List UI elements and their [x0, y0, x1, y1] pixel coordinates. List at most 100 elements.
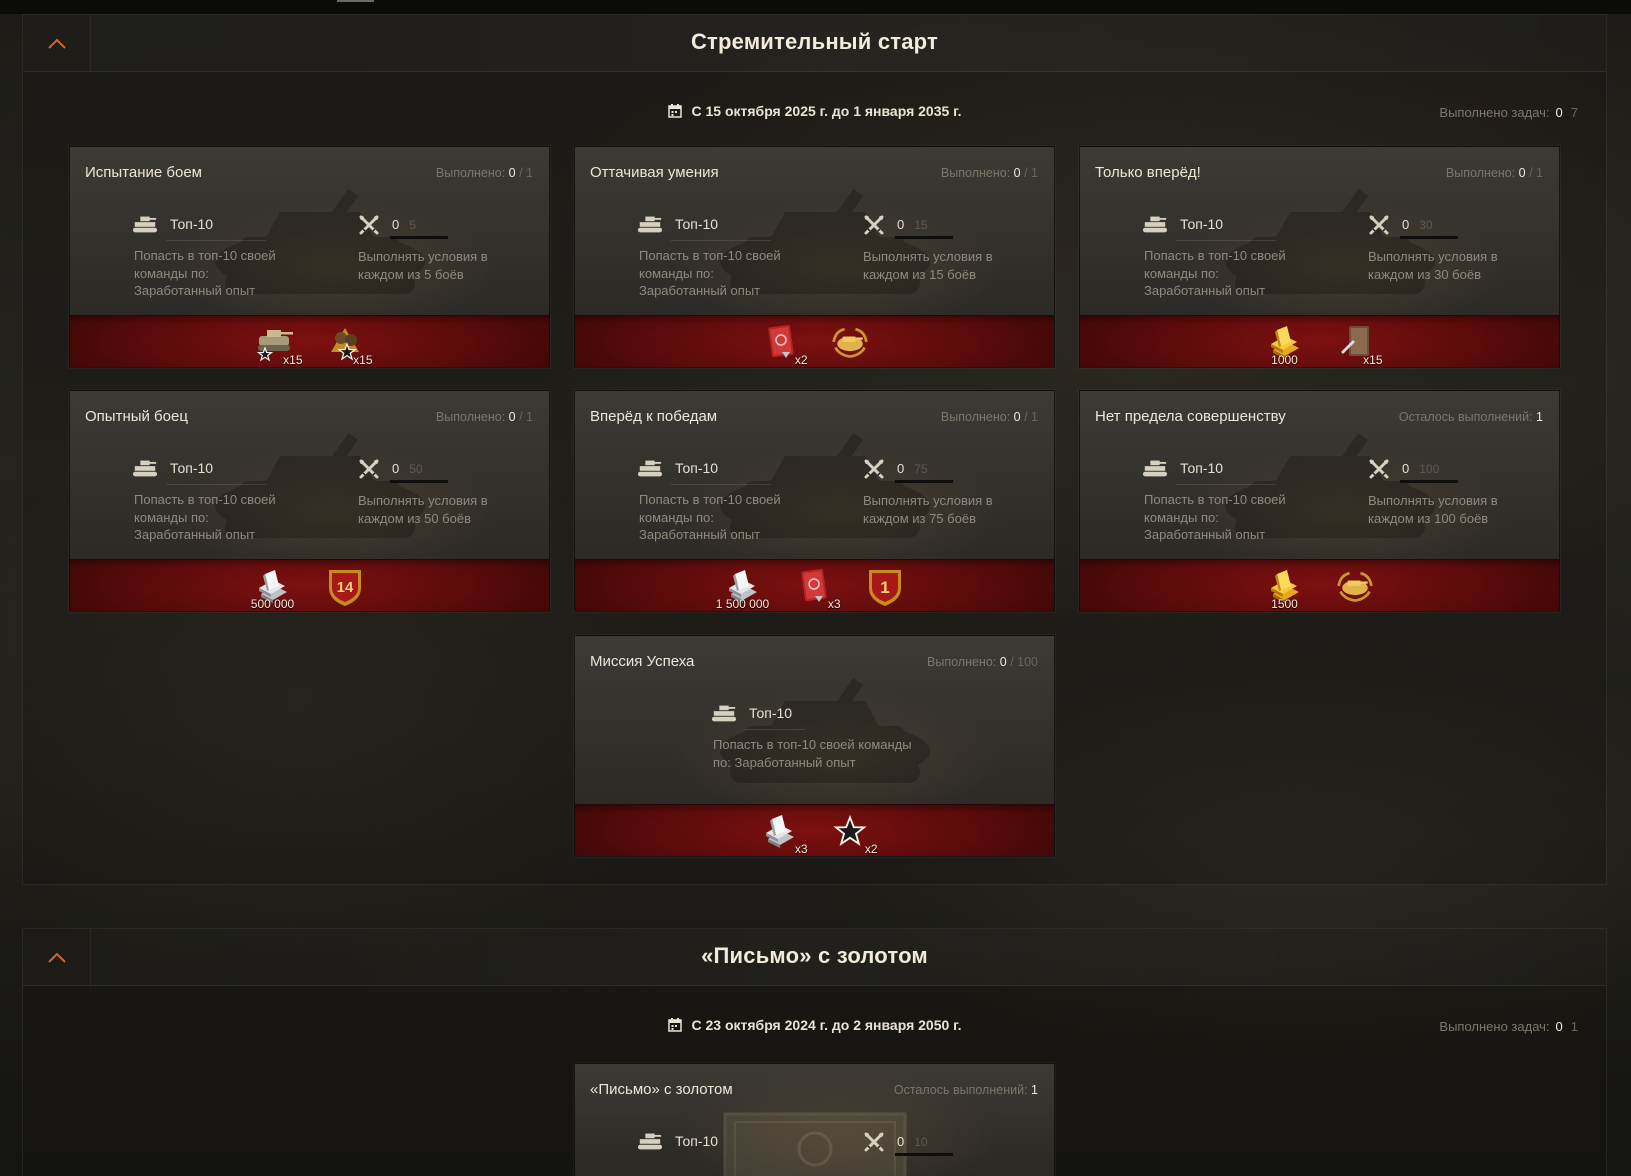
status-label: Осталось выполнений: — [1398, 410, 1533, 424]
reward-item[interactable] — [830, 320, 870, 364]
mission-card[interactable]: Вперёд к победам Выполнено: 0 / 1 Топ-10… — [574, 390, 1055, 612]
calendar-icon — [668, 104, 682, 118]
progress-bar — [895, 1153, 953, 1156]
card-status: Выполнено: 0 / 1 — [436, 166, 533, 180]
progress-current: 0 — [897, 217, 905, 232]
status-total: / 1 — [519, 166, 533, 180]
tank-icon — [1142, 458, 1168, 478]
reward-item[interactable]: x3 — [760, 809, 808, 856]
condition-label: Топ-10 — [170, 460, 214, 476]
mission-section: «Письмо» с золотом С 23 октября 2024 г. … — [22, 928, 1607, 1176]
calendar-icon — [668, 1018, 682, 1032]
card-title: «Письмо» с золотом — [590, 1081, 733, 1098]
progress-desc: Выполнять условия в каждом из 100 боёв — [1368, 493, 1498, 526]
progress-block: 0 30 Выполнять условия в каждом из 30 боё… — [1368, 214, 1508, 283]
card-title: Оттачивая умения — [590, 164, 719, 181]
mission-card[interactable]: «Письмо» с золотом Осталось выполнений: … — [574, 1063, 1055, 1176]
status-label: Осталось выполнений: — [893, 1083, 1028, 1097]
rewards-strip: x2 — [575, 315, 1054, 367]
reward-qty: x2 — [864, 841, 878, 856]
status-value: 1 — [1536, 410, 1543, 424]
condition-divider — [166, 484, 266, 485]
condition-desc: Попасть в топ-10 своей команды по: Зараб… — [639, 248, 781, 298]
rewards-strip: x15 x15 — [70, 315, 549, 367]
reward-qty: 1 500 000 — [715, 596, 770, 611]
mission-card[interactable]: Испытание боем Выполнено: 0 / 1 Топ-10 П… — [69, 146, 550, 368]
reward-item[interactable]: x15 — [1335, 320, 1383, 367]
crossed-swords-icon — [1368, 214, 1390, 236]
reward-qty: x3 — [794, 841, 808, 856]
badge-1-icon: 1 — [863, 564, 907, 608]
progress-desc: Выполнять условия в каждом из 30 боёв — [1368, 249, 1498, 282]
rewards-strip: 1 500 000 x3 1 — [575, 559, 1054, 611]
tank-icon — [711, 703, 737, 723]
mission-card[interactable]: Нет предела совершенству Осталось выполн… — [1079, 390, 1560, 612]
reward-item[interactable]: x15 — [255, 320, 303, 367]
crossed-swords-icon — [863, 214, 885, 236]
card-title: Опытный боец — [85, 408, 188, 425]
badge-number: 1 — [880, 578, 889, 597]
badge-14-icon: 14 — [323, 564, 367, 608]
condition-label: Топ-10 — [170, 216, 214, 232]
reward-item[interactable]: x15 — [325, 320, 373, 367]
crossed-swords-icon — [863, 1131, 885, 1153]
condition-divider — [671, 484, 771, 485]
progress-current: 0 — [1402, 217, 1410, 232]
tank-icon — [1142, 214, 1168, 234]
mission-card[interactable]: Миссия Успеха Выполнено: 0 / 100 Топ-10 … — [574, 635, 1055, 857]
reward-item[interactable]: x3 — [793, 564, 841, 611]
card-title: Только вперёд! — [1095, 164, 1201, 181]
condition-desc: Попасть в топ-10 своей команды по: Зараб… — [134, 492, 276, 542]
mission-section: Стремительный старт С 15 октября 2025 г.… — [22, 14, 1607, 885]
condition-desc: Попасть в топ-10 своей команды по: Зараб… — [1144, 492, 1286, 542]
reward-qty: x15 — [283, 352, 303, 367]
condition-desc: Попасть в топ-10 своей команды по: Зараб… — [134, 248, 276, 298]
tank-icon — [637, 214, 663, 234]
date-range: С 15 октября 2025 г. до 1 января 2035 г. — [691, 103, 962, 119]
progress-total: 15 — [914, 218, 928, 232]
reward-item[interactable]: x2 — [760, 320, 808, 367]
crossed-swords-icon — [1368, 458, 1390, 480]
tank-icon — [132, 458, 158, 478]
mission-card[interactable]: Опытный боец Выполнено: 0 / 1 Топ-10 Поп… — [69, 390, 550, 612]
progress-bar — [895, 480, 953, 483]
crossed-swords-icon — [358, 458, 380, 480]
status-label: Выполнено: — [435, 410, 506, 424]
tasks-completed-value: 0 — [1555, 1019, 1563, 1034]
status-total: / 1 — [1529, 166, 1543, 180]
reward-item[interactable]: 1500 — [1265, 564, 1305, 611]
mission-card[interactable]: Оттачивая умения Выполнено: 0 / 1 Топ-10… — [574, 146, 1055, 368]
status-total: / 100 — [1010, 655, 1038, 669]
progress-bar — [1400, 480, 1458, 483]
reward-item[interactable]: 1 — [863, 564, 907, 608]
card-title: Испытание боем — [85, 164, 202, 181]
condition-divider — [745, 729, 805, 730]
card-status: Выполнено: 0 / 1 — [941, 410, 1038, 424]
tasks-completed: Выполнено задач: 0 1 — [1439, 1019, 1578, 1034]
progress-current: 0 — [897, 461, 905, 476]
progress-total: 30 — [1419, 218, 1433, 232]
top-bar-notch — [337, 0, 374, 2]
reward-item[interactable]: 1000 — [1265, 320, 1305, 367]
progress-bar — [390, 236, 448, 239]
progress-current: 0 — [897, 1134, 905, 1149]
condition-divider — [166, 240, 266, 241]
date-range-row: С 15 октября 2025 г. до 1 января 2035 г.… — [23, 103, 1606, 120]
section-header: «Письмо» с золотом — [23, 929, 1606, 986]
tasks-completed-total: 1 — [1570, 1019, 1578, 1034]
tank-icon — [637, 458, 663, 478]
date-range: С 23 октября 2024 г. до 2 января 2050 г. — [691, 1017, 962, 1033]
section-title: «Письмо» с золотом — [701, 943, 928, 968]
mission-card[interactable]: Только вперёд! Выполнено: 0 / 1 Топ-10 П… — [1079, 146, 1560, 368]
reward-qty: x15 — [1363, 352, 1383, 367]
reward-item[interactable] — [1335, 564, 1375, 608]
reward-item[interactable]: 14 — [323, 564, 367, 608]
rewards-strip: 1000 x15 — [1080, 315, 1559, 367]
crossed-swords-icon — [863, 458, 885, 480]
red-booklet-icon — [793, 566, 833, 606]
reward-item[interactable]: 1 500 000 — [716, 564, 769, 611]
reward-item[interactable]: 500 000 — [251, 564, 294, 611]
condition-block: Топ-10 Попасть в топ-10 своей команды по… — [637, 458, 797, 544]
reward-item[interactable]: x2 — [830, 809, 878, 856]
status-value: 0 — [508, 410, 516, 424]
